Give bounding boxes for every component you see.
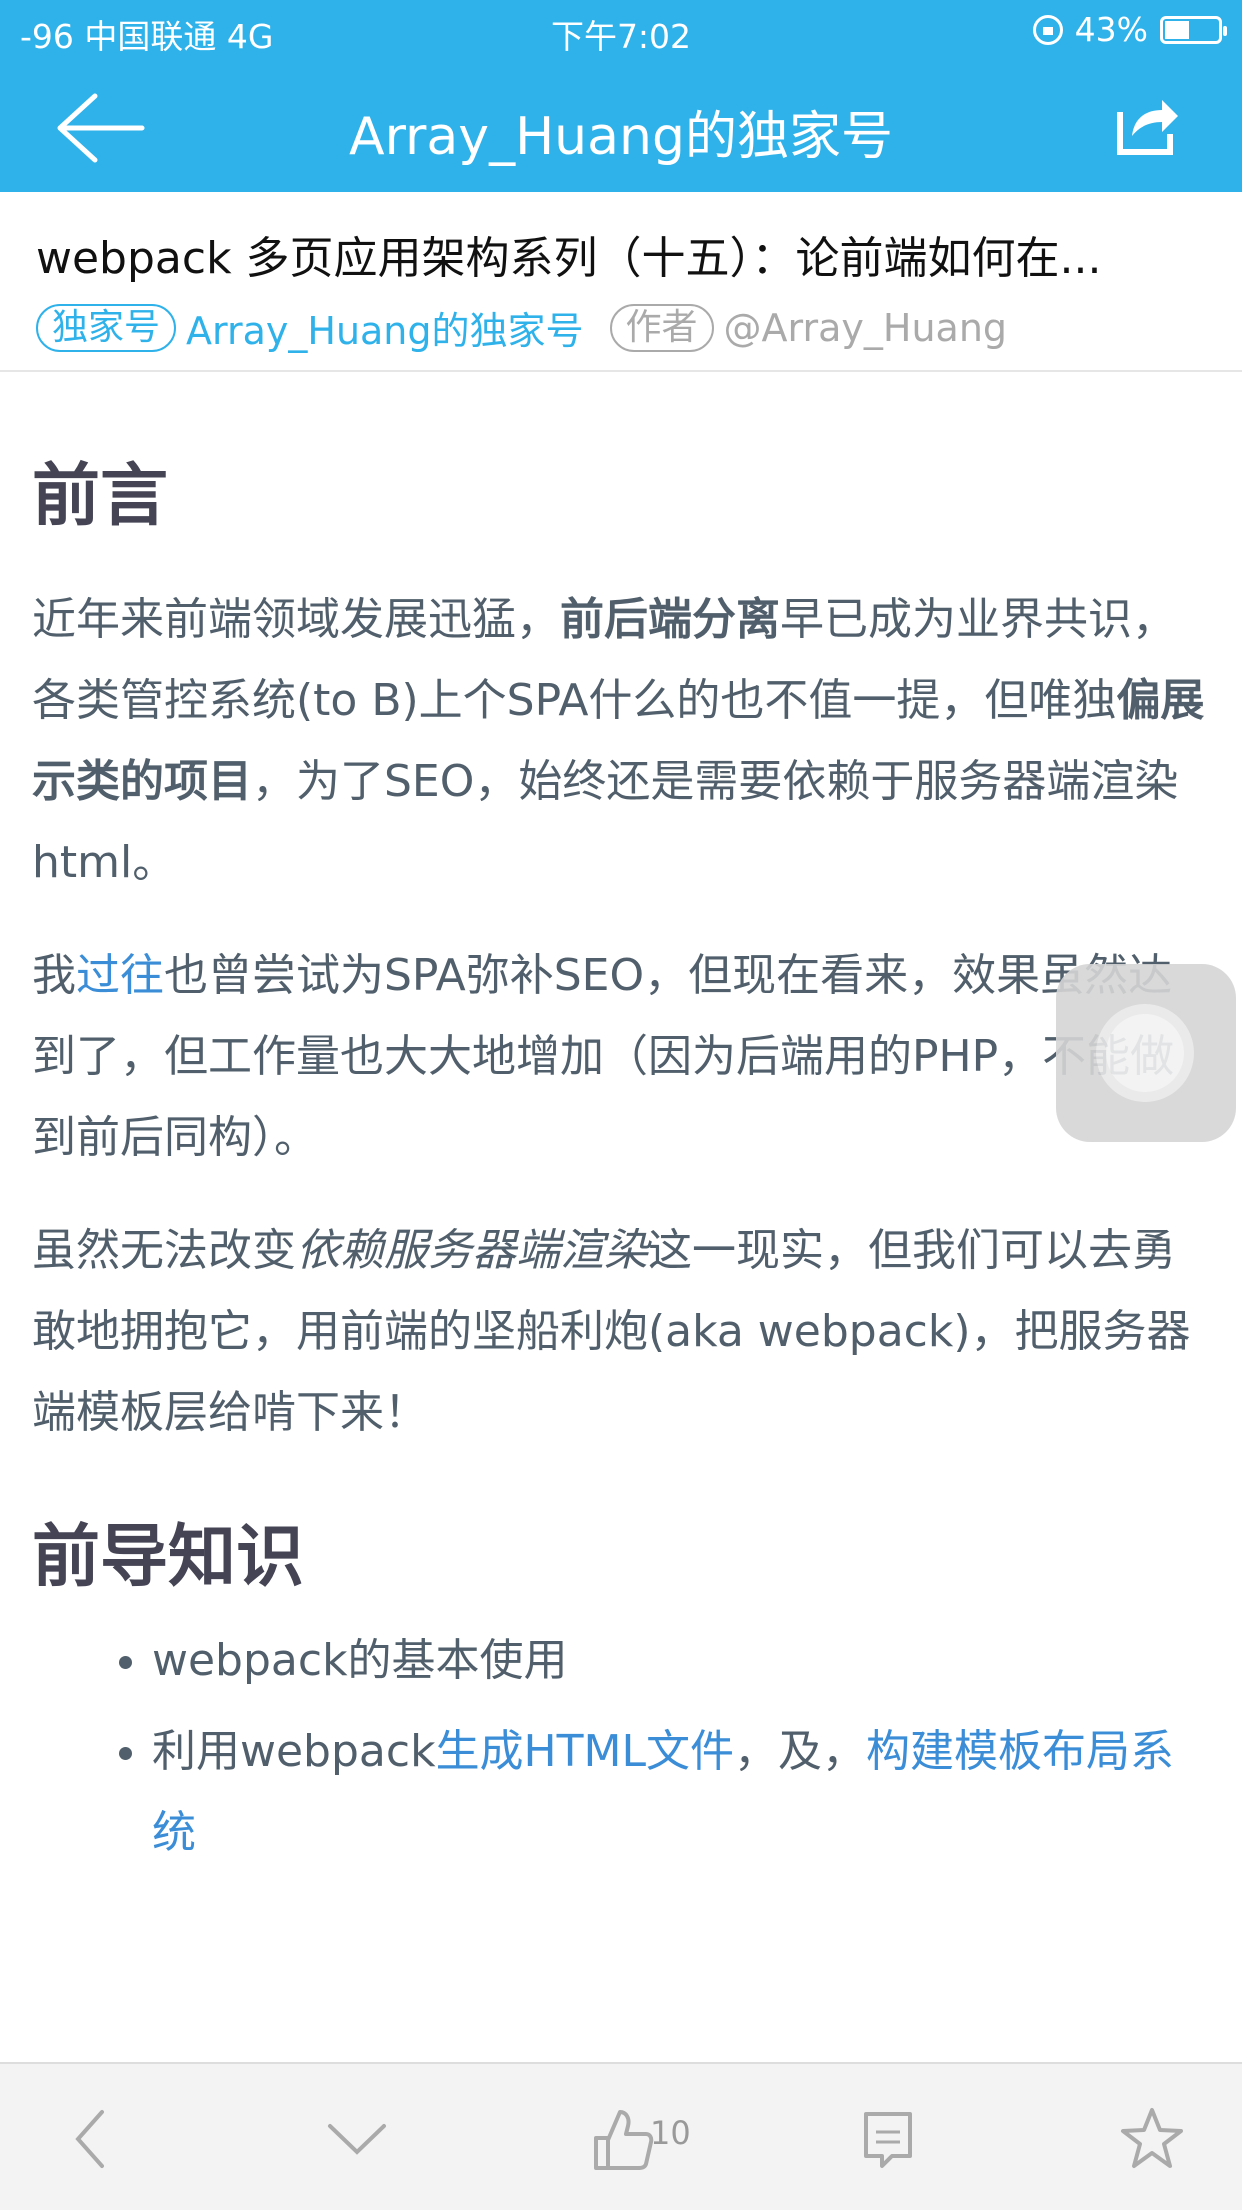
article-header: webpack 多页应用架构系列（十五）：论前端如何在... 独家号 Array… xyxy=(0,192,1242,372)
bottom-toolbar: 10 xyxy=(0,2062,1242,2210)
channel-tag: 独家号 xyxy=(36,303,177,352)
comment-icon[interactable] xyxy=(862,2104,914,2174)
paragraph: 近年来前端领域发展迅猛，前后端分离早已成为业界共识，各类管控系统(to B)上个… xyxy=(32,594,1205,888)
section-heading: 前导知识 xyxy=(32,1518,305,1597)
status-bar: -96 中国联通 4G 下午7:02 43% xyxy=(0,0,1242,62)
prereq-list: webpack的基本使用 利用webpack生成HTML文件，及，构建模板布局系… xyxy=(32,1620,1212,1873)
back-arrow-icon[interactable] xyxy=(50,88,150,168)
star-icon[interactable] xyxy=(1120,2104,1184,2174)
like-count: 10 xyxy=(650,2114,691,2152)
inline-link[interactable]: 生成HTML文件 xyxy=(436,1726,734,1777)
author-link[interactable]: @Array_Huang xyxy=(724,306,1008,350)
orientation-lock-icon xyxy=(1032,14,1063,45)
share-icon[interactable] xyxy=(1112,90,1182,160)
article-title: webpack 多页应用架构系列（十五）：论前端如何在... xyxy=(36,233,1102,284)
nav-bar: Array_Huang的独家号 xyxy=(0,62,1242,192)
article-body: 前言 近年来前端领域发展迅猛，前后端分离早已成为业界共识，各类管控系统(to B… xyxy=(32,440,1212,1873)
article-meta: 独家号 Array_Huang的独家号 作者 @Array_Huang xyxy=(36,300,1007,355)
section-heading: 前言 xyxy=(32,457,169,536)
thumbs-up-icon[interactable] xyxy=(590,2104,654,2174)
paragraph: 我过往也曾尝试为SPA弥补SEO，但现在看来，效果虽然达到了，但工作量也大大地增… xyxy=(32,950,1175,1163)
list-item: 利用webpack生成HTML文件，及，构建模板布局系统 xyxy=(152,1711,1212,1873)
paragraph: 虽然无法改变依赖服务器端渲染这一现实，但我们可以去勇敢地拥抱它，用前端的坚船利炮… xyxy=(32,1225,1191,1438)
author-tag: 作者 xyxy=(609,303,714,352)
nav-title: Array_Huang的独家号 xyxy=(349,107,893,167)
previous-icon[interactable] xyxy=(70,2104,110,2174)
inline-link[interactable]: 过往 xyxy=(76,950,164,1001)
list-item: webpack的基本使用 xyxy=(152,1620,1212,1701)
assistive-touch-button[interactable] xyxy=(1056,964,1236,1142)
chevron-down-icon[interactable] xyxy=(322,2104,392,2174)
battery-percent: 43% xyxy=(1074,10,1148,49)
channel-link[interactable]: Array_Huang的独家号 xyxy=(186,300,584,355)
battery-icon xyxy=(1160,15,1227,44)
